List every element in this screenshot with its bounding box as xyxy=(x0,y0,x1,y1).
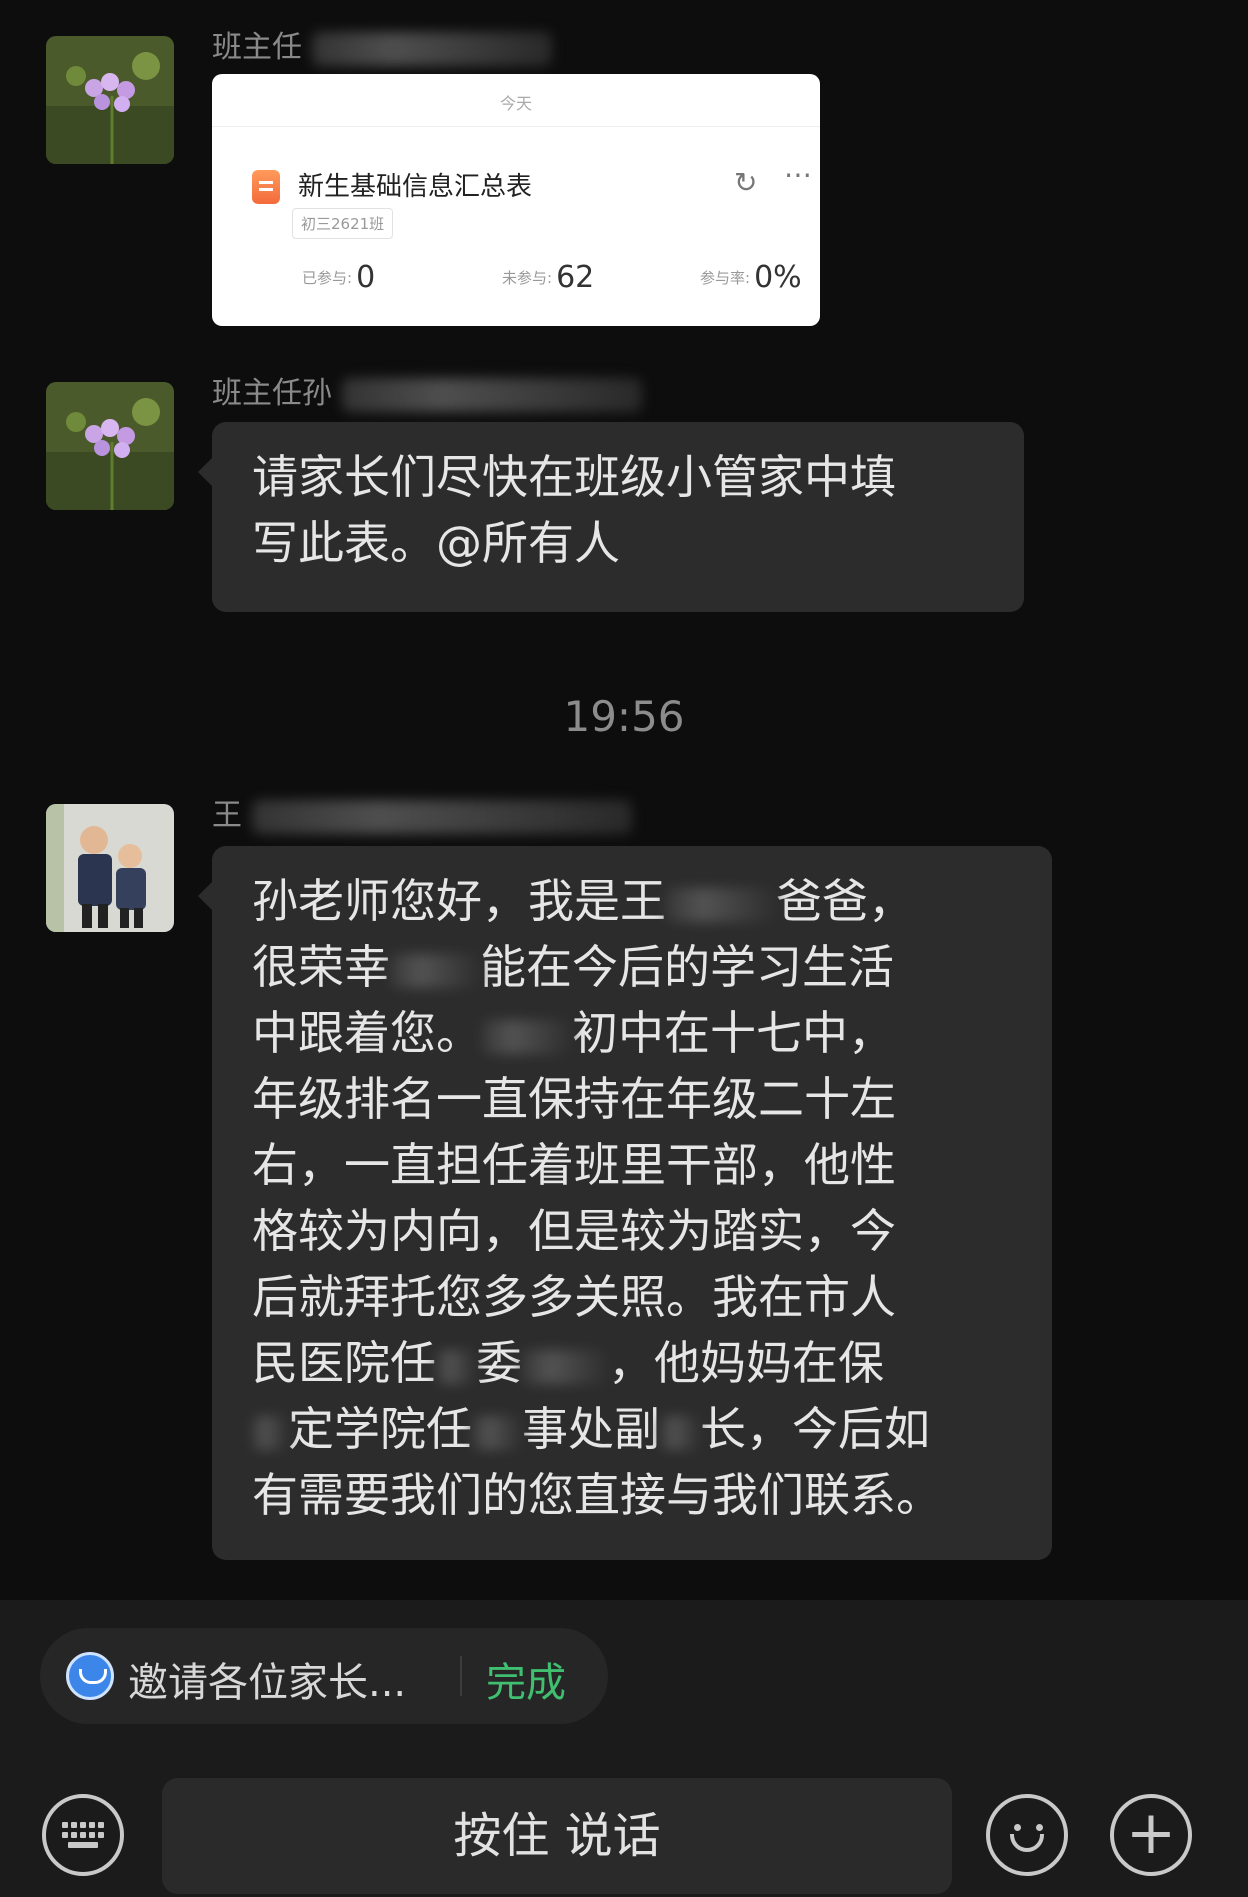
sender-name: 班主任孙 xyxy=(212,368,642,412)
form-card[interactable]: 今天 新生基础信息汇总表 ↻ ⋯ 初三2621班 已参与: 0 未参与: 62 参与… xyxy=(212,74,820,326)
sender-name: 班主任 xyxy=(212,22,552,66)
card-divider xyxy=(212,126,820,127)
redaction-blur xyxy=(522,1349,608,1384)
redaction-blur xyxy=(666,887,776,922)
message-line: 中跟着您。 初中在十七中， xyxy=(252,1006,894,1060)
avatar-teacher[interactable] xyxy=(46,382,174,510)
suggestion-chip[interactable]: 邀请各位家长... 完成 xyxy=(40,1628,608,1724)
redaction-blur xyxy=(251,799,632,834)
stat-not-joined: 未参与: 62 xyxy=(502,260,595,295)
redaction-blur xyxy=(311,31,552,66)
redaction-blur xyxy=(482,1019,572,1054)
message-line: 右，一直担任着班里干部，他性 xyxy=(252,1138,896,1192)
done-button[interactable]: 完成 xyxy=(486,1650,566,1708)
message-line: 请家长们尽快在班级小管家中填 xyxy=(252,450,896,504)
share-icon[interactable]: ↻ xyxy=(734,166,757,199)
keyboard-icon[interactable] xyxy=(42,1794,124,1876)
message-line: 民医院任委，他妈妈在保 xyxy=(252,1336,884,1390)
message-line: 写此表。@所有人 xyxy=(252,516,620,570)
message-line: 很荣幸 能在今后的学习生活 xyxy=(252,940,894,994)
chip-divider xyxy=(460,1656,462,1696)
stat-joined: 已参与: 0 xyxy=(302,260,376,295)
message-line: 有需要我们的您直接与我们联系。 xyxy=(252,1468,942,1522)
stat-rate: 参与率: 0% xyxy=(700,260,802,295)
redaction-blur xyxy=(390,953,480,988)
message-line: 定学院任 事处副 长，今后如 xyxy=(252,1396,1012,1462)
emoji-icon[interactable] xyxy=(986,1794,1068,1876)
class-tag: 初三2621班 xyxy=(292,208,394,239)
robot-icon xyxy=(66,1652,114,1700)
document-icon xyxy=(252,170,280,204)
message-line: 孙老师您好，我是王 爸爸， xyxy=(252,874,914,928)
sender-name: 王 xyxy=(212,790,632,834)
message-line: 格较为内向，但是较为踏实，今 xyxy=(252,1204,896,1258)
message-line: 年级排名一直保持在年级二十左 xyxy=(252,1072,896,1126)
redaction-blur xyxy=(472,1415,522,1450)
more-icon[interactable]: ⋯ xyxy=(784,158,813,191)
suggestion-text: 邀请各位家长... xyxy=(128,1660,407,1706)
redaction-blur xyxy=(341,377,642,412)
hold-to-talk-button[interactable]: 按住 说话 xyxy=(162,1778,952,1894)
card-date-label: 今天 xyxy=(499,94,532,113)
avatar-parent[interactable] xyxy=(46,804,174,932)
avatar-teacher[interactable] xyxy=(46,36,174,164)
chat-area: 班主任 今天 新生基础信息汇总表 ↻ ⋯ 初三2621班 已参与: 0 未参与: 6… xyxy=(0,0,1248,1600)
redaction-blur xyxy=(252,1415,288,1450)
plus-icon[interactable]: + xyxy=(1110,1794,1192,1876)
redaction-blur xyxy=(436,1349,476,1384)
redaction-blur xyxy=(660,1415,700,1450)
card-title: 新生基础信息汇总表 xyxy=(298,172,533,202)
message-bubble[interactable]: 孙老师您好，我是王 爸爸， 很荣幸 能在今后的学习生活 中跟着您。 初中在十七中， 年… xyxy=(198,846,1052,1560)
message-timestamp: 19:56 xyxy=(563,692,685,741)
message-line: 后就拜托您多多关照。我在市人 xyxy=(252,1270,896,1324)
message-bubble[interactable]: 请家长们尽快在班级小管家中填 写此表。@所有人 xyxy=(198,422,1024,612)
